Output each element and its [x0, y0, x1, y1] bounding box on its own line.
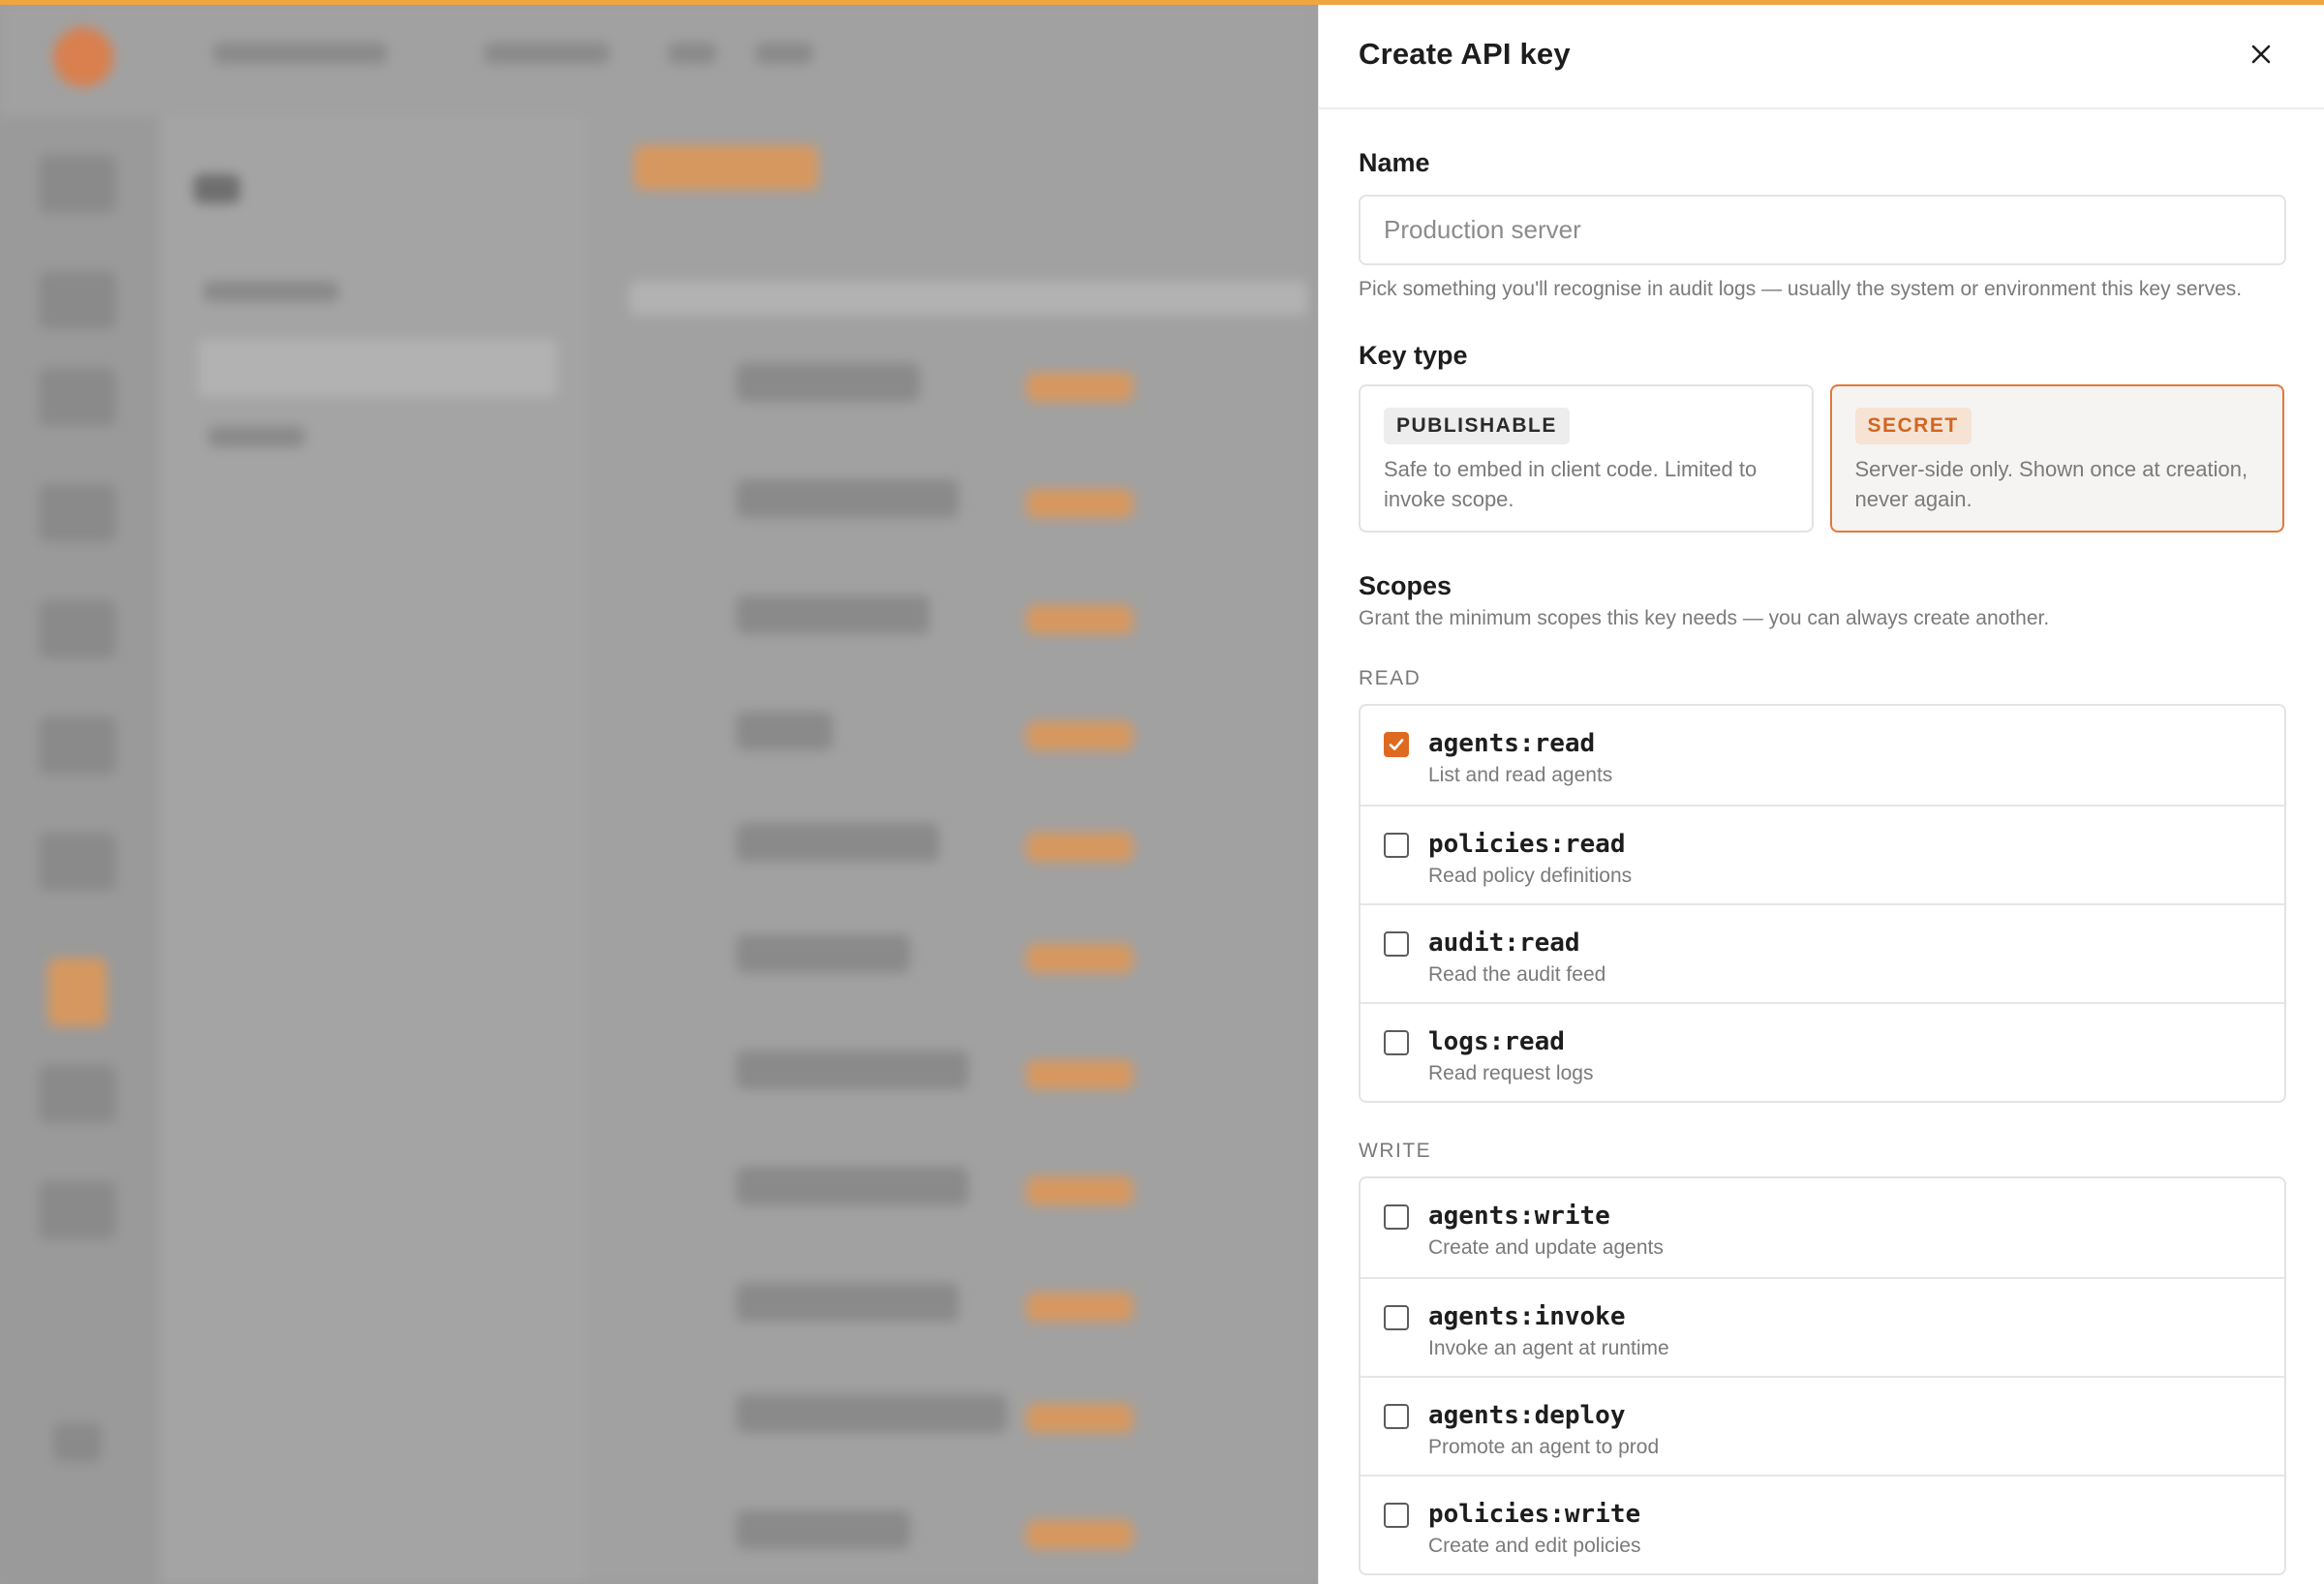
scope-item-audit-read[interactable]: audit:read Read the audit feed	[1361, 903, 2284, 1002]
scope-name: agents:invoke	[1428, 1302, 1626, 1331]
scope-item-agents-invoke[interactable]: agents:invoke Invoke an agent at runtime	[1361, 1277, 2284, 1376]
scope-checkbox[interactable]	[1384, 732, 1409, 757]
scope-checkbox[interactable]	[1384, 1503, 1409, 1528]
scope-item-policies-write[interactable]: policies:write Create and edit policies	[1361, 1475, 2284, 1573]
scope-checkbox[interactable]	[1384, 931, 1409, 957]
scope-name: agents:read	[1428, 729, 1596, 758]
scope-checkbox[interactable]	[1384, 1030, 1409, 1055]
scope-item-agents-deploy[interactable]: agents:deploy Promote an agent to prod	[1361, 1376, 2284, 1475]
drawer-body: Name Pick something you'll recognise in …	[1319, 109, 2324, 1575]
scope-description: Read policy definitions	[1428, 865, 1633, 887]
scope-name: policies:read	[1428, 830, 1626, 859]
scope-name: policies:write	[1428, 1500, 1641, 1529]
scope-checkbox[interactable]	[1384, 1305, 1409, 1330]
check-icon	[1389, 739, 1404, 750]
name-help-text: Pick something you'll recognise in audit…	[1359, 278, 2243, 300]
key-type-publishable[interactable]: PUBLISHABLE Safe to embed in client code…	[1359, 384, 1814, 533]
scope-item-agents-read[interactable]: agents:read List and read agents	[1361, 706, 2284, 805]
drawer-title: Create API key	[1359, 36, 1571, 71]
write-scope-list: agents:write Create and update agents ag…	[1359, 1176, 2286, 1575]
key-type-secret[interactable]: SECRET Server-side only. Shown once at c…	[1829, 384, 2284, 533]
scope-description: Promote an agent to prod	[1428, 1436, 1660, 1458]
scope-item-agents-write[interactable]: agents:write Create and update agents	[1361, 1178, 2284, 1277]
scope-description: List and read agents	[1428, 764, 1613, 786]
scope-name: agents:write	[1428, 1202, 1610, 1231]
scopes-label: Scopes	[1359, 571, 1452, 600]
key-type-badge: SECRET	[1854, 408, 1972, 444]
top-accent-bar	[0, 0, 2324, 5]
read-group-label: READ	[1359, 667, 1422, 689]
name-label: Name	[1359, 148, 1430, 177]
write-group-label: WRITE	[1359, 1140, 1432, 1162]
background-app-blurred	[0, 0, 1318, 1584]
read-scope-list: agents:read List and read agents policie…	[1359, 704, 2286, 1103]
create-api-key-drawer: Create API key Name Pick something you'l…	[1318, 0, 2324, 1584]
name-input[interactable]	[1359, 195, 2286, 265]
scope-description: Create and edit policies	[1428, 1535, 1641, 1557]
scope-item-logs-read[interactable]: logs:read Read request logs	[1361, 1002, 2284, 1101]
scope-description: Create and update agents	[1428, 1236, 1664, 1259]
scope-item-policies-read[interactable]: policies:read Read policy definitions	[1361, 805, 2284, 903]
key-type-badge: PUBLISHABLE	[1384, 408, 1570, 444]
key-type-description: Server-side only. Shown once at creation…	[1854, 457, 2248, 511]
scope-description: Read request logs	[1428, 1062, 1594, 1084]
drawer-header: Create API key	[1319, 0, 2324, 109]
key-type-options: PUBLISHABLE Safe to embed in client code…	[1359, 384, 2284, 533]
scope-description: Read the audit feed	[1428, 963, 1606, 986]
scope-checkbox[interactable]	[1384, 1404, 1409, 1429]
close-icon	[2251, 45, 2271, 63]
scope-description: Invoke an agent at runtime	[1428, 1337, 1669, 1359]
key-type-description: Safe to embed in client code. Limited to…	[1384, 457, 1758, 511]
close-button[interactable]	[2239, 32, 2283, 76]
scope-checkbox[interactable]	[1384, 1204, 1409, 1230]
scope-name: agents:deploy	[1428, 1401, 1626, 1430]
scope-name: logs:read	[1428, 1027, 1565, 1056]
scope-name: audit:read	[1428, 929, 1580, 958]
key-type-label: Key type	[1359, 341, 1468, 370]
scope-checkbox[interactable]	[1384, 833, 1409, 858]
scopes-help-text: Grant the minimum scopes this key needs …	[1359, 607, 2050, 629]
